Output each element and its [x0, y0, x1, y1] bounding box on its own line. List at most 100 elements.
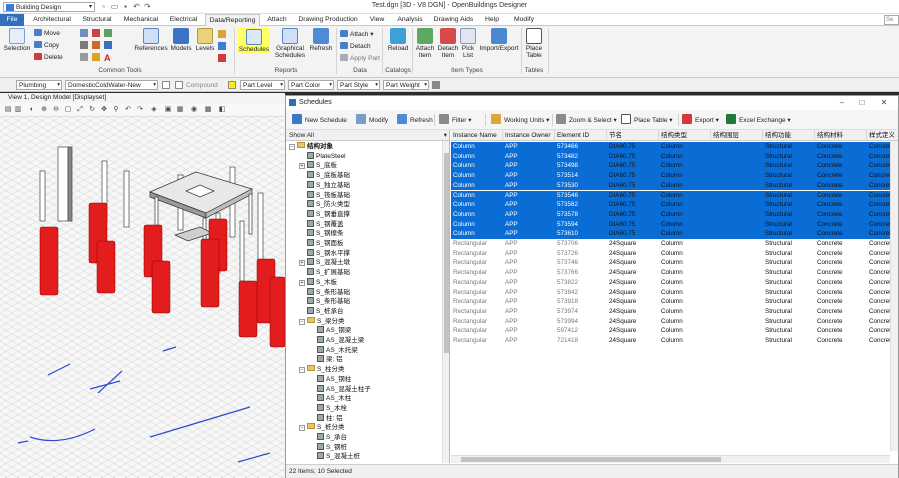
table-row[interactable]: Rectangular APP 573726 24Square Column Struct… [451, 249, 898, 259]
place-table-button[interactable]: Place Table ▾ [621, 114, 673, 126]
grid-vertical-scrollbar[interactable] [890, 141, 898, 451]
tree-node[interactable]: S_钢面板 [299, 239, 343, 249]
tree-node[interactable]: AS_木柱 [309, 394, 351, 404]
tab-help[interactable]: Help [481, 14, 503, 26]
tab-drawing-production[interactable]: Drawing Production [296, 14, 360, 26]
tree-node[interactable]: S_筏板基础 [299, 190, 350, 201]
tab-electrical[interactable]: Electrical [166, 14, 201, 26]
tree-node[interactable]: S_钢覆盖 [299, 219, 343, 230]
pan-view-icon[interactable]: ✥ [100, 106, 108, 114]
level-color-icon[interactable] [218, 54, 226, 62]
graphical-schedules-button[interactable]: Graphical Schedules [273, 28, 307, 59]
tool-shape-icon[interactable] [92, 29, 100, 37]
table-row[interactable]: Column APP 573466 DIA60.75 Column Structural C… [451, 142, 898, 152]
tree-node[interactable]: + S_木板 [299, 277, 337, 288]
tree-node[interactable]: − S_桩分类 [299, 423, 344, 433]
column-header[interactable]: Element ID [555, 130, 607, 141]
table-row[interactable]: Column APP 573594 DIA60.75 Column Structural C… [451, 219, 898, 230]
zoom-in-icon[interactable]: ⊕ [40, 106, 48, 114]
tool-dimension-icon[interactable] [92, 53, 100, 61]
tree-node[interactable]: S_扩展基础 [299, 268, 350, 278]
move-button[interactable]: Move [34, 29, 60, 39]
table-row[interactable]: Column APP 573546 DIA60.75 Column Structural C… [451, 190, 898, 201]
tool-measure-icon[interactable] [80, 41, 88, 49]
zoom-select-button[interactable]: Zoom & Select ▾ [556, 114, 617, 126]
compound-checkbox[interactable] [175, 81, 183, 89]
tree-node[interactable]: AS_木托梁 [309, 345, 358, 356]
clip-mask-icon[interactable]: ▦ [176, 106, 184, 114]
tool-text-icon[interactable] [104, 41, 112, 49]
tree-filter-select[interactable]: Show All ▾ [286, 130, 449, 141]
active-color-icon[interactable] [228, 81, 236, 89]
zoom-out-icon[interactable]: ⊖ [52, 106, 60, 114]
grid-scrollbar-thumb[interactable] [461, 457, 721, 462]
column-header[interactable]: 结构围层 [711, 130, 763, 141]
tool-text-a-icon[interactable]: A [104, 53, 111, 63]
attribute-extra-icon[interactable] [432, 81, 440, 89]
tree-node[interactable]: S_条形基础 [299, 287, 350, 298]
tool-fence-icon[interactable] [104, 29, 112, 37]
expand-icon[interactable]: + [299, 279, 305, 286]
new-schedule-button[interactable]: New Schedule [292, 114, 347, 126]
table-row[interactable]: Column APP 573578 DIA60.75 Column Structural C… [451, 209, 898, 220]
column-header[interactable]: 结构功能 [763, 130, 815, 141]
tree-node[interactable]: S_木栓 [309, 403, 347, 414]
minimize-icon[interactable]: – [834, 97, 850, 109]
level-filter-icon[interactable] [218, 42, 226, 50]
detach-item-button[interactable]: Detach Item [437, 28, 459, 59]
table-row[interactable]: Rectangular APP 573706 24Square Column Struct… [451, 239, 898, 249]
tree-node[interactable]: S_底板基础 [299, 171, 350, 181]
table-row[interactable]: Rectangular APP 721418 24Square Column Struct… [451, 336, 898, 346]
tree-node[interactable]: 梁: 铝 [309, 355, 343, 365]
search-input[interactable]: Se [884, 15, 899, 25]
detach-button[interactable]: Detach [340, 42, 371, 52]
window-area-icon[interactable]: ▢ [64, 106, 72, 114]
table-row[interactable]: Rectangular APP 597412 24Square Column Struct… [451, 326, 898, 336]
tree-node[interactable]: S_钢桩 [309, 442, 347, 453]
tree-node[interactable]: S_混凝土桩 [309, 452, 360, 462]
collapse-icon[interactable]: − [299, 425, 305, 432]
tree-node[interactable]: S_桩承台 [299, 306, 343, 317]
part-style-select[interactable]: Part Style ▾ [337, 80, 380, 90]
table-row[interactable]: Rectangular APP 573994 24Square Column Struct… [451, 317, 898, 327]
table-row[interactable]: Column APP 573482 DIA60.75 Column Structural C… [451, 151, 898, 162]
table-row[interactable]: Column APP 573530 DIA60.75 Column Structural C… [451, 180, 898, 191]
table-row[interactable]: Rectangular APP 573746 24Square Column Struct… [451, 258, 898, 268]
tree-node[interactable]: AS_混凝土柱子 [309, 384, 371, 395]
filter-button[interactable]: Filter ▾ [439, 114, 472, 126]
display-style-icon[interactable]: ▥ [14, 106, 22, 114]
expand-icon[interactable]: + [299, 260, 305, 267]
tool-grid-icon[interactable] [80, 29, 88, 37]
tab-drawing-aids[interactable]: Drawing Aids [431, 14, 476, 26]
pick-list-button[interactable]: Pick List [460, 28, 476, 59]
collapse-icon[interactable]: − [289, 144, 295, 150]
tab-data-reporting[interactable]: Data/Reporting [205, 14, 260, 26]
design-model-viewport[interactable] [0, 117, 285, 478]
column-header[interactable]: 结构材料 [815, 130, 867, 141]
tree-node[interactable]: − S_梁分类 [299, 316, 344, 327]
place-table-ribbon-button[interactable]: Place Table [523, 28, 545, 59]
table-row[interactable]: Rectangular APP 573974 24Square Column Struct… [451, 307, 898, 317]
tree-node[interactable]: S_独立基础 [299, 180, 350, 191]
table-row[interactable]: Column APP 573514 DIA60.75 Column Structural C… [451, 171, 898, 181]
tab-file[interactable]: File [0, 14, 24, 26]
walk-icon[interactable]: ⚲ [112, 106, 120, 114]
column-header[interactable]: 节名 [607, 130, 659, 141]
tab-modify[interactable]: Modify [507, 14, 541, 26]
part-weight-select[interactable]: Part Weight ▾ [383, 80, 429, 90]
tree-node[interactable]: S_钢垂直撑 [299, 209, 350, 220]
refresh-button[interactable]: Refresh [308, 28, 334, 52]
view-rotation-icon[interactable]: ◈ [150, 106, 158, 114]
tree-node[interactable]: S_钢水平撑 [299, 248, 350, 259]
previous-view-icon[interactable]: ↶ [124, 106, 132, 114]
tab-structural[interactable]: Structural [79, 14, 115, 26]
attach-item-button[interactable]: Attach Item [414, 28, 436, 59]
tab-view[interactable]: View [364, 14, 390, 26]
compound-grid-icon[interactable] [162, 81, 170, 89]
tree-node[interactable]: S_钢檩条 [299, 229, 343, 239]
display-set-icon[interactable]: ▩ [204, 106, 212, 114]
tree-node[interactable]: AS_钢梁 [309, 326, 351, 336]
clip-volume-icon[interactable]: ▣ [164, 106, 172, 114]
reload-button[interactable]: Reload [385, 28, 411, 52]
tree-scrollbar-thumb[interactable] [444, 153, 449, 353]
